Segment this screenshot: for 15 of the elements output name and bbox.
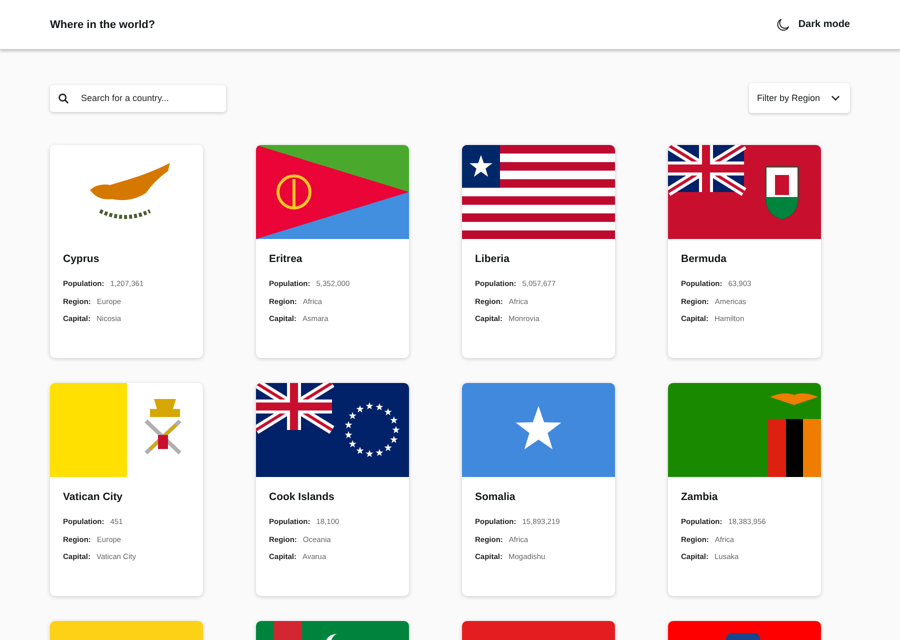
region-filter-dropdown[interactable]: Filter by Region [749,83,850,113]
country-name: Cook Islands [269,491,336,503]
country-name: Somalia [475,491,516,503]
country-name: Eritrea [269,253,304,265]
country-name: Bermuda [681,253,728,265]
search-field[interactable]: Search for a country... [50,84,226,112]
country-name: Zambia [681,491,719,503]
chevron-down-icon [831,95,840,101]
dark-mode-toggle[interactable]: Dark mode [776,16,850,34]
country-name: Vatican City [63,491,124,503]
country-name: Cyprus [63,253,100,265]
country-name: Liberia [475,253,510,265]
moon-icon [776,18,790,32]
site-title: Where in the world? [50,18,156,30]
search-icon [58,92,69,104]
